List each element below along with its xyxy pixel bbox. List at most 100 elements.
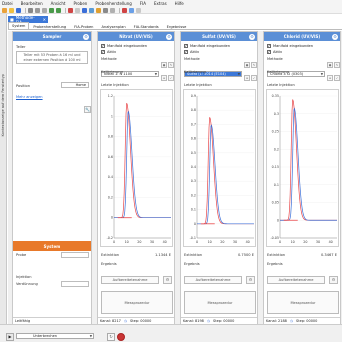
check-icon[interactable]: ✓ <box>168 75 174 81</box>
probe-field[interactable] <box>61 252 89 258</box>
tab-ergebnisse[interactable]: Ergebnisse <box>163 23 191 29</box>
extinktion-value: 0.7500 E <box>238 253 254 257</box>
edit-icon[interactable]: ✎ <box>334 62 340 68</box>
stop-icon[interactable] <box>122 7 127 13</box>
y-tick-label: 0.6 <box>191 137 196 141</box>
channel-status: Kanal: 2188 ◷ Step: 00000 <box>264 317 340 324</box>
y-tick-label: 0.4 <box>108 175 113 179</box>
folder-icon[interactable] <box>96 7 101 13</box>
close-icon[interactable]: ✕ <box>43 17 46 22</box>
chevron-down-icon: ▼ <box>320 72 323 76</box>
table-icon[interactable] <box>89 7 94 13</box>
wrench-icon[interactable]: ⚙ <box>246 276 255 284</box>
ergebnis-label: Ergebnis <box>267 262 283 266</box>
tab-probenherstellung[interactable]: Probenherstellung <box>29 23 70 29</box>
manifold-checkbox[interactable]: Manifold eingebunden <box>267 43 314 48</box>
tab-system[interactable]: System <box>8 22 30 29</box>
stop-icon[interactable] <box>117 333 125 341</box>
y-tick-label: 0.6 <box>108 155 113 159</box>
manifold-label: Manifold eingebunden <box>273 44 314 48</box>
context-side-bar[interactable]: Kontextanzeige auf dem Fenstertyp <box>0 14 7 324</box>
aufbereitung-label: Aufbereitetenahme <box>112 278 148 282</box>
redo-icon[interactable] <box>56 7 61 13</box>
lock-icon[interactable]: ● <box>327 62 333 68</box>
chart-icon[interactable]: ≡ <box>327 75 333 81</box>
gear-icon[interactable]: ⚙ <box>83 33 89 40</box>
settings-icon[interactable] <box>103 7 108 13</box>
teller-field[interactable]: Teller mit 53 Proben á 16 ml und einer e… <box>16 51 88 64</box>
help-icon[interactable] <box>136 7 141 13</box>
gear-icon[interactable]: ⚙ <box>166 33 172 40</box>
channel-panel: Chlorid (UV/VIS) ⚙ Manifold eingebunden … <box>263 31 341 325</box>
wrench-icon[interactable]: ⚙ <box>329 276 338 284</box>
menu-extras[interactable]: Extras <box>154 1 167 6</box>
kalibrierung-label: Kalibrierung <box>101 70 123 74</box>
verduennung-field[interactable] <box>61 281 89 287</box>
tab-fia-proben[interactable]: FIA-Proben <box>70 23 97 29</box>
edit-icon[interactable]: ✎ <box>168 62 174 68</box>
gear-icon[interactable]: ⚙ <box>249 33 255 40</box>
y-tick-label: 0.35 <box>272 94 279 98</box>
aufbereitung-button[interactable]: Aufbereitetenahme <box>267 276 325 284</box>
tab-analysenplan[interactable]: Analysenplan <box>97 23 129 29</box>
lock-icon[interactable]: ● <box>161 62 167 68</box>
print-icon[interactable] <box>75 7 80 13</box>
x-tick-label: 30 <box>233 240 237 244</box>
check-icon[interactable]: ✓ <box>334 75 340 81</box>
lock-icon[interactable]: ● <box>244 62 250 68</box>
chart-icon[interactable] <box>82 7 87 13</box>
more-link[interactable]: Mehr anzeigen <box>16 95 43 99</box>
wrench-icon[interactable]: 🔧 <box>84 106 91 113</box>
wrench-icon[interactable]: ⚙ <box>163 276 172 284</box>
save-icon[interactable] <box>16 7 21 13</box>
manifold-checkbox[interactable]: Manifold eingebunden <box>184 43 230 48</box>
y-tick-label: -0.05 <box>270 236 279 240</box>
position-field[interactable]: Home <box>61 82 89 88</box>
new-icon[interactable] <box>2 7 7 13</box>
menu-ansicht[interactable]: Ansicht <box>51 1 66 6</box>
mode-dropdown[interactable]: Unterbrechen ▼ <box>16 333 94 339</box>
info-icon[interactable] <box>129 7 134 13</box>
chart-icon[interactable]: ≡ <box>244 75 250 81</box>
tab-fia-standards[interactable]: FIA-Standards <box>130 23 163 29</box>
menu-hilfe[interactable]: Hilfe <box>175 1 184 6</box>
open-icon[interactable] <box>9 7 14 13</box>
copy-icon[interactable] <box>35 7 40 13</box>
menu-proben[interactable]: Proben <box>73 1 87 6</box>
aufbereitung-label: Aufbereitetenahme <box>195 278 231 282</box>
menu-fia[interactable]: FIA <box>140 1 146 6</box>
bottom-control-bar: ▶ Unterbrechen ▼ ↻ <box>0 324 342 342</box>
aktiv-checkbox[interactable]: Aktiv <box>184 49 199 54</box>
injection-chart-svg: 0.350.30.250.20.150.10.050-0.050 10 20 30 40 <box>270 94 337 244</box>
paste-icon[interactable] <box>42 7 47 13</box>
menu-datei[interactable]: Datei <box>2 1 13 6</box>
menu-bearbeiten[interactable]: Bearbeiten <box>21 1 43 6</box>
run-icon[interactable]: ▶ <box>6 333 14 341</box>
view-icon[interactable] <box>110 7 115 13</box>
aufbereitung-button[interactable]: Aufbereitetenahme <box>184 276 242 284</box>
kanal-label: Kanal: 8217 <box>100 319 121 323</box>
undo-icon[interactable] <box>49 7 54 13</box>
y-tick-label: 1 <box>111 114 113 118</box>
gear-icon[interactable]: ⚙ <box>332 33 338 40</box>
cut-icon[interactable] <box>28 7 33 13</box>
verduennung-label: Verdünnung <box>16 282 38 286</box>
messprozedur-button[interactable]: Messprozedur <box>267 291 339 314</box>
check-icon[interactable]: ✓ <box>251 75 257 81</box>
refresh-icon[interactable]: ↻ <box>107 333 115 341</box>
menu-probenherstellung[interactable]: Probenherstellung <box>95 1 131 6</box>
injection-chart-svg: 0.90.80.70.60.50.40.30.20.10-0.10 10 20 30 4… <box>190 94 254 244</box>
letzte-injektion-label: Letzte Injektion <box>184 83 212 87</box>
messprozedur-button[interactable]: Messprozedur <box>184 291 256 314</box>
aktiv-checkbox[interactable]: Aktiv <box>101 49 116 54</box>
messprozedur-button[interactable]: Messprozedur <box>101 291 173 314</box>
edit-icon[interactable]: ✎ <box>251 62 257 68</box>
manifold-label: Manifold eingebunden <box>107 44 148 48</box>
aktiv-checkbox[interactable]: Aktiv <box>267 49 282 54</box>
aufbereitung-button[interactable]: Aufbereitetenahme <box>101 276 159 284</box>
delete-icon[interactable] <box>68 7 73 13</box>
channel-status: Kanal: 8198 ◷ Step: 00000 <box>181 317 257 324</box>
toolbar-separator <box>119 7 120 13</box>
chart-icon[interactable]: ≡ <box>161 75 167 81</box>
manifold-checkbox[interactable]: Manifold eingebunden <box>101 43 148 48</box>
